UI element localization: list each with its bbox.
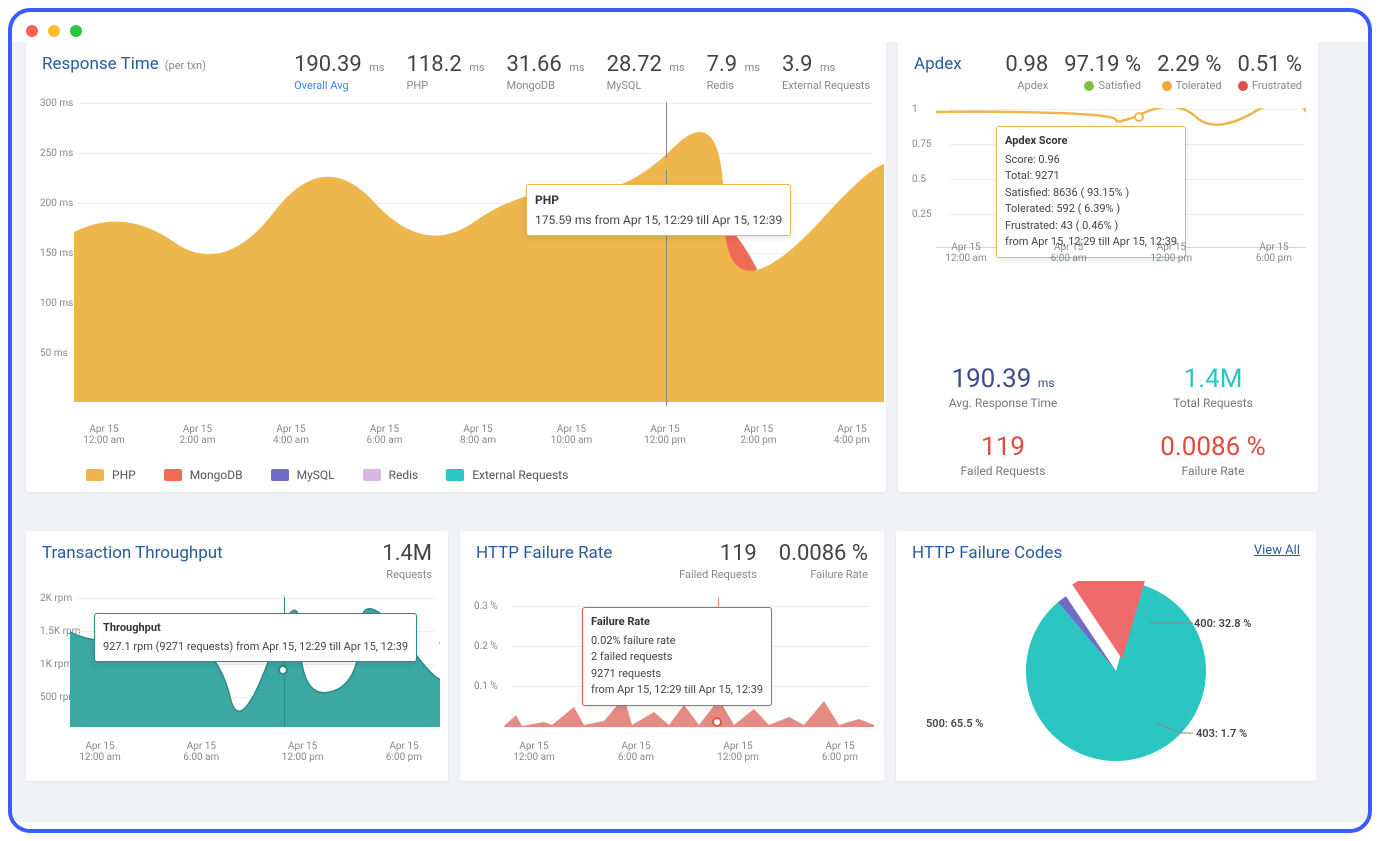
pie-label-500: 500: 65.5 % [926, 717, 983, 730]
x-tick: Apr 1512:00 pm [635, 424, 695, 446]
apdex-tooltip: Apdex Score Score: 0.96Total: 9271Satisf… [996, 126, 1186, 258]
throughput-marker-dot [278, 665, 288, 675]
dashboard-grid: Response Time (per txn) 190.39 ms Overal… [12, 42, 1368, 822]
stat: 0.98 Apdex [1005, 52, 1048, 92]
tooltip-line: 927.1 rpm (9271 requests) from Apr 15, 1… [103, 640, 408, 653]
failure-rate-tooltip: Failure Rate 0.02% failure rate2 failed … [582, 607, 772, 706]
tooltip-title: PHP [535, 191, 782, 209]
apdex-x-axis: Apr 1512:00 am Apr 156:00 am Apr 1512:00 p… [936, 242, 1304, 264]
failure-rate-card: HTTP Failure Rate 119 Failed Requests 0.… [460, 531, 884, 781]
x-tick: Apr 156:00 am [171, 741, 231, 763]
pie-leaderlines [1151, 601, 1211, 741]
response-time-marker-dot [660, 158, 672, 170]
response-time-marker [666, 102, 667, 406]
tooltip-line: 9271 requests [591, 666, 763, 683]
stat: 190.39 ms Overall Avg [294, 52, 384, 92]
stat: 118.2 ms PHP [406, 52, 484, 92]
x-tick: Apr 1512:00 am [504, 741, 564, 763]
stat: 0.51 % Frustrated [1238, 52, 1302, 92]
stat: 31.66 ms MongoDB [507, 52, 585, 92]
tooltip-title: Apdex Score [1005, 133, 1177, 150]
x-tick: Apr 1512:00 pm [1141, 242, 1201, 264]
apdex-card: Apdex 0.98 Apdex 97.19 % Satisfied 2.29 … [898, 42, 1318, 492]
apdex-title: Apdex [914, 54, 962, 74]
minimize-window-button[interactable] [48, 25, 60, 37]
tooltip-line: Frustrated: 43 ( 0.46% ) [1005, 218, 1177, 235]
tooltip-title: Failure Rate [591, 614, 763, 631]
x-tick: Apr 1512:00 pm [708, 741, 768, 763]
apdex-stats: 0.98 Apdex 97.19 % Satisfied 2.29 % Tole… [1005, 52, 1302, 92]
throughput-tooltip: Throughput 927.1 rpm (9271 requests) fro… [94, 613, 417, 662]
apdex-metric: 1.4M Total Requests [1108, 364, 1318, 410]
tooltip-line: Tolerated: 592 ( 6.39% ) [1005, 201, 1177, 218]
x-tick: Apr 156:00 am [1039, 242, 1099, 264]
throughput-stats: 1.4M Requests [382, 541, 432, 581]
stat: 28.72 ms MySQL [607, 52, 685, 92]
response-time-title: Response Time [42, 54, 159, 74]
tooltip-line: Satisfied: 8636 ( 93.15% ) [1005, 185, 1177, 202]
legend-item[interactable]: Redis [363, 468, 419, 482]
response-time-legend: PHP MongoDB MySQL Redis External Requests [86, 468, 596, 484]
response-time-card: Response Time (per txn) 190.39 ms Overal… [26, 42, 886, 492]
response-time-tooltip: PHP 175.59 ms from Apr 15, 12:29 till Ap… [526, 184, 791, 236]
apdex-metric: 119 Failed Requests [898, 432, 1108, 478]
throughput-x-axis: Apr 1512:00 am Apr 156:00 am Apr 1512:00 p… [70, 741, 434, 763]
apdex-metric: 0.0086 % Failure Rate [1108, 432, 1318, 478]
x-tick: Apr 152:00 pm [729, 424, 789, 446]
failure-rate-x-axis: Apr 1512:00 am Apr 156:00 am Apr 1512:00 p… [504, 741, 870, 763]
failure-rate-marker-dot [712, 717, 722, 727]
apdex-metric: 190.39 ms Avg. Response Time [898, 364, 1108, 410]
x-tick: Apr 152:00 am [168, 424, 228, 446]
response-time-subtitle: (per txn) [165, 59, 206, 72]
x-tick: Apr 1510:00 am [542, 424, 602, 446]
stat: 3.9 ms External Requests [782, 52, 870, 92]
failure-codes-card: HTTP Failure Codes View All 400: 32.8 % … [896, 531, 1316, 781]
tooltip-line: Score: 0.96 [1005, 152, 1177, 169]
view-all-link[interactable]: View All [1254, 543, 1300, 558]
failure-rate-stats: 119 Failed Requests 0.0086 % Failure Rat… [679, 541, 868, 581]
close-window-button[interactable] [26, 25, 38, 37]
x-tick: Apr 156:00 pm [374, 741, 434, 763]
apdex-marker-dot [1134, 112, 1144, 122]
tooltip-line: 175.59 ms from Apr 15, 12:29 till Apr 15… [535, 213, 782, 227]
tooltip-line: 2 failed requests [591, 649, 763, 666]
stat: 0.0086 % Failure Rate [779, 541, 868, 581]
stat: 1.4M Requests [382, 541, 432, 581]
x-tick: Apr 1512:00 am [74, 424, 134, 446]
tooltip-title: Throughput [103, 620, 408, 637]
x-tick: Apr 156:00 pm [1244, 242, 1304, 264]
tooltip-line: 0.02% failure rate [591, 633, 763, 650]
throughput-title: Transaction Throughput [42, 543, 223, 563]
x-tick: Apr 1512:00 am [936, 242, 996, 264]
legend-item[interactable]: MongoDB [164, 468, 243, 482]
response-time-chart[interactable] [74, 102, 884, 402]
x-tick: Apr 156:00 pm [810, 741, 870, 763]
throughput-card: Transaction Throughput 1.4M Requests 2K … [26, 531, 448, 781]
legend-item[interactable]: MySQL [271, 468, 335, 482]
response-time-stats: 190.39 ms Overall Avg 118.2 ms PHP 31.66… [294, 52, 870, 92]
stat: 97.19 % Satisfied [1064, 52, 1141, 92]
response-time-x-axis: Apr 1512:00 am Apr 152:00 am Apr 154:00 am… [74, 424, 882, 446]
x-tick: Apr 158:00 am [448, 424, 508, 446]
window-titlebar [12, 12, 1368, 42]
tooltip-line: from Apr 15, 12:29 till Apr 15, 12:39 [591, 682, 763, 699]
app-window: Response Time (per txn) 190.39 ms Overal… [8, 8, 1372, 833]
maximize-window-button[interactable] [70, 25, 82, 37]
stat: 119 Failed Requests [679, 541, 757, 581]
stat: 7.9 ms Redis [707, 52, 760, 92]
tooltip-line: Total: 9271 [1005, 168, 1177, 185]
legend-item[interactable]: External Requests [446, 468, 568, 482]
x-tick: Apr 156:00 am [355, 424, 415, 446]
stat: 2.29 % Tolerated [1157, 52, 1221, 92]
x-tick: Apr 156:00 am [606, 741, 666, 763]
legend-item[interactable]: PHP [86, 468, 136, 482]
x-tick: Apr 154:00 pm [822, 424, 882, 446]
x-tick: Apr 1512:00 pm [273, 741, 333, 763]
failure-rate-title: HTTP Failure Rate [476, 543, 612, 563]
x-tick: Apr 1512:00 am [70, 741, 130, 763]
failure-codes-title: HTTP Failure Codes [912, 543, 1062, 563]
apdex-metrics: 190.39 ms Avg. Response Time 1.4M Total … [898, 364, 1318, 478]
x-tick: Apr 154:00 am [261, 424, 321, 446]
